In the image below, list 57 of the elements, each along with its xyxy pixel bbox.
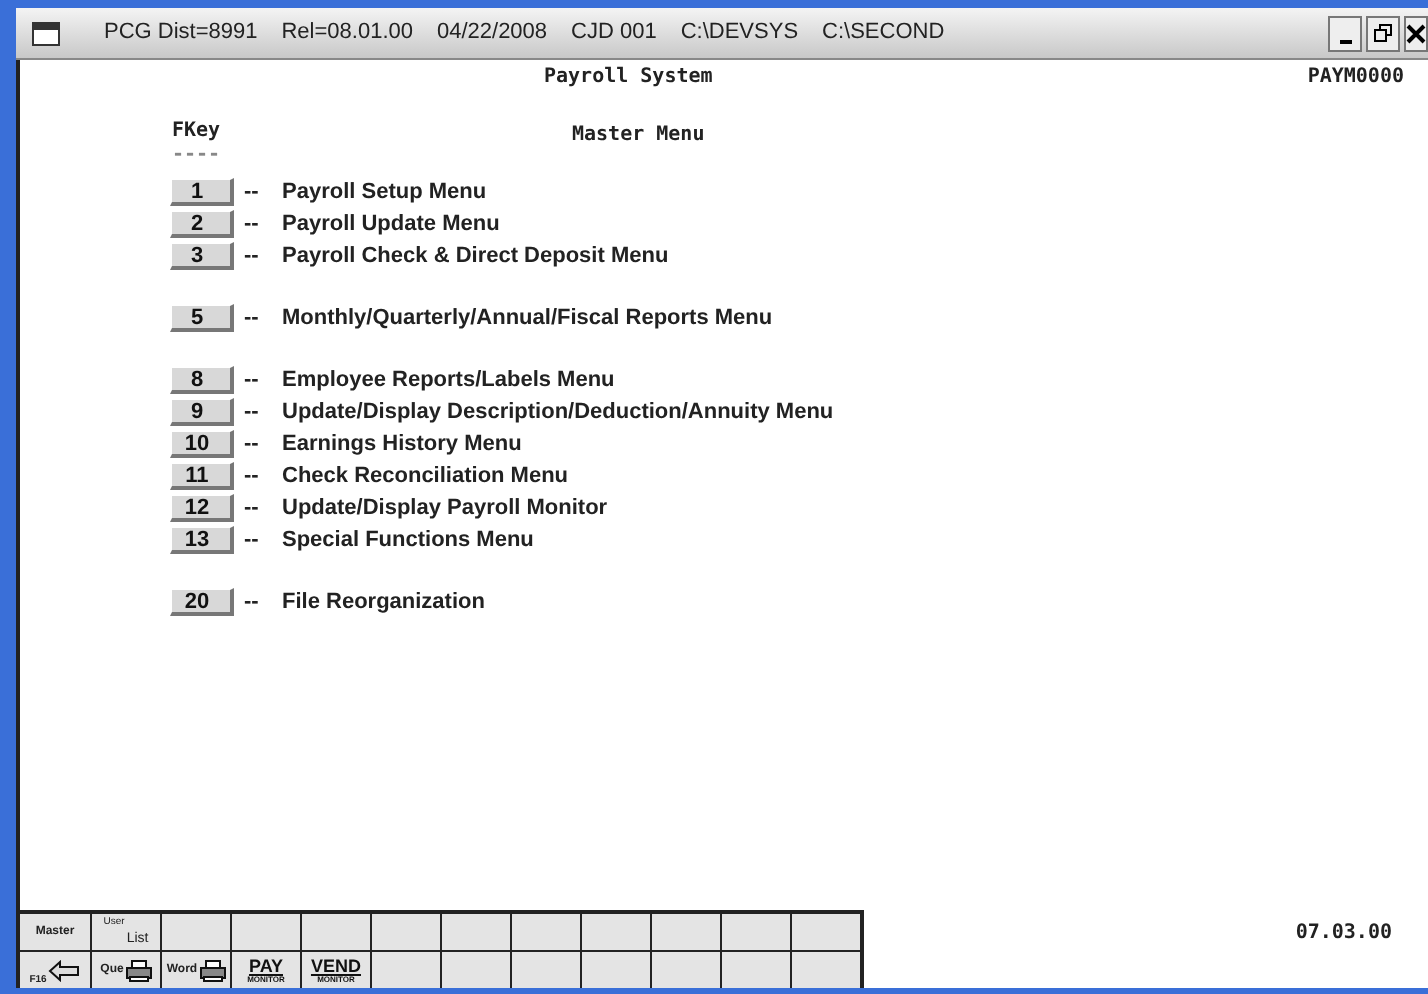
toolbar-label: PAY xyxy=(248,957,283,975)
fkey-button[interactable]: 10 xyxy=(170,430,234,458)
version-label: 07.03.00 xyxy=(1295,920,1392,948)
fkey-button[interactable]: 12 xyxy=(170,494,234,522)
fkey-button[interactable]: 5 xyxy=(170,304,234,332)
menu-option-label: Update/Display Payroll Monitor xyxy=(282,493,608,524)
fkey-heading: FKey xyxy=(172,120,223,144)
menu-option-label: Earnings History Menu xyxy=(282,429,522,460)
menu-option-label: Check Reconciliation Menu xyxy=(282,461,569,492)
menu-option-label: Special Functions Menu xyxy=(282,525,534,556)
separator-text: -- xyxy=(244,365,261,396)
close-icon xyxy=(1406,23,1426,43)
separator-text: -- xyxy=(244,241,261,272)
minimize-button[interactable] xyxy=(1328,15,1362,51)
menu-option-label: Employee Reports/Labels Menu xyxy=(282,365,615,396)
menu-option-label: File Reorganization xyxy=(282,587,485,618)
menu-option-label: Update/Display Description/Deduction/Annuity Menu xyxy=(282,397,834,428)
fkey-button[interactable]: 2 xyxy=(170,210,234,238)
fkey-rule: ---- xyxy=(172,144,223,168)
title-text: Rel=08.01.00 xyxy=(281,18,413,49)
separator-text: -- xyxy=(244,429,261,460)
menu-option-label: Monthly/Quarterly/Annual/Fiscal Reports Menu xyxy=(282,303,773,334)
printer-icon xyxy=(125,959,152,981)
title-text: CJD 001 xyxy=(571,18,657,49)
screen-code: PAYM0000 xyxy=(1307,64,1404,92)
title-text: 04/22/2008 xyxy=(436,18,548,49)
separator-text: -- xyxy=(244,177,261,208)
arrow-left-icon xyxy=(48,959,81,981)
restore-icon xyxy=(1374,24,1392,42)
fkey-button[interactable]: 11 xyxy=(170,462,234,490)
fkey-button[interactable]: 20 xyxy=(170,588,234,616)
window-menu-icon[interactable] xyxy=(32,21,60,45)
separator-text: -- xyxy=(244,461,261,492)
separator-text: -- xyxy=(244,397,261,428)
fkey-button[interactable]: 13 xyxy=(170,526,234,554)
separator-text: -- xyxy=(244,493,261,524)
separator-text: -- xyxy=(244,303,261,334)
title-text: C:\SECOND xyxy=(822,18,945,49)
fkey-button[interactable]: 1 xyxy=(170,178,234,206)
separator-text: -- xyxy=(244,209,261,240)
separator-text: -- xyxy=(244,587,261,618)
restore-button[interactable] xyxy=(1366,15,1400,51)
printer-icon xyxy=(199,959,226,981)
menu-option-label: Payroll Update Menu xyxy=(282,209,500,240)
separator-text: -- xyxy=(244,525,261,556)
menu-option-label: Payroll Check & Direct Deposit Menu xyxy=(282,241,669,272)
minimize-icon xyxy=(1339,39,1351,43)
fkey-button[interactable]: 8 xyxy=(170,366,234,394)
menu-heading: Master Menu xyxy=(572,122,705,150)
close-button[interactable] xyxy=(1404,15,1428,51)
fkey-button[interactable]: 9 xyxy=(170,398,234,426)
title-text: PCG Dist=8991 xyxy=(104,18,258,49)
title-text: C:\DEVSYS xyxy=(680,18,799,49)
screen-title: Payroll System xyxy=(544,64,713,92)
fkey-button[interactable]: 3 xyxy=(170,242,234,270)
toolbar-label: VEND xyxy=(310,957,361,975)
menu-option-label: Payroll Setup Menu xyxy=(282,177,487,208)
